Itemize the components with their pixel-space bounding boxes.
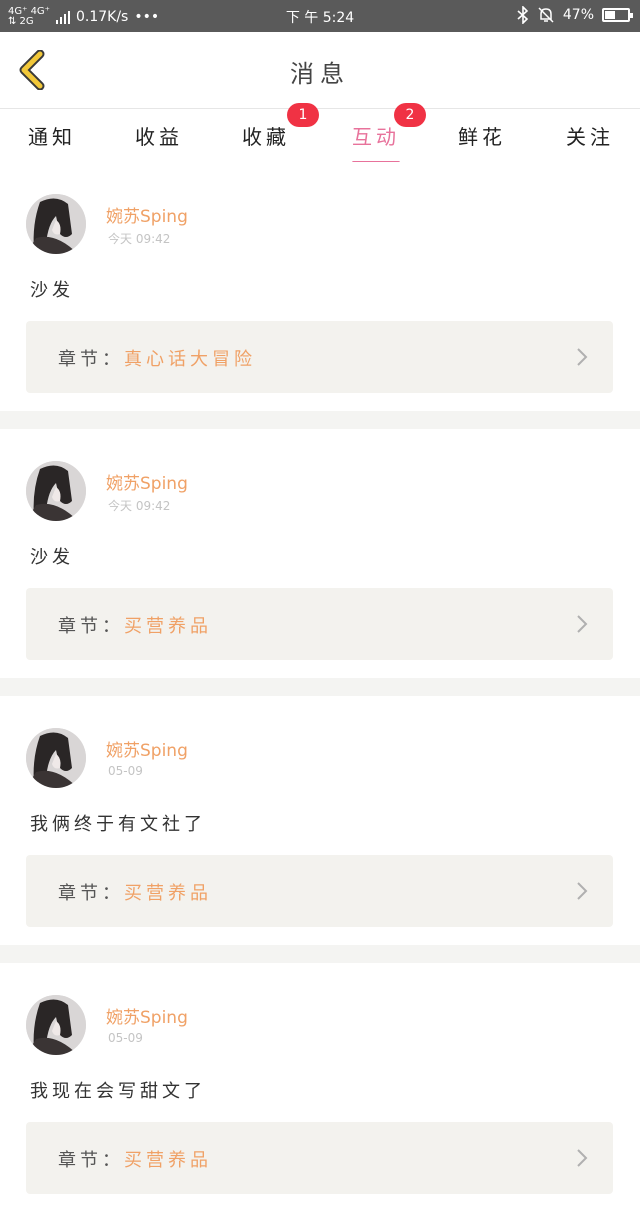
tab-label: 鲜花 bbox=[458, 125, 506, 149]
username[interactable]: 婉苏Sping bbox=[106, 736, 188, 761]
battery-percent: 47% bbox=[562, 7, 594, 23]
user-avatar-icon bbox=[26, 728, 86, 788]
chapter-label: 章节：买营养品 bbox=[58, 879, 212, 905]
tab-favorites[interactable]: 收藏 bbox=[242, 121, 290, 150]
username[interactable]: 婉苏Sping bbox=[106, 469, 188, 494]
message-card: 婉苏Sping 今天 09:42 沙发 章节：买营养品 bbox=[0, 429, 640, 678]
message-card: 婉苏Sping 05-09 我现在会写甜文了 章节：买营养品 bbox=[0, 963, 640, 1212]
message-card: 婉苏Sping 今天 09:42 沙发 章节：真心话大冒险 bbox=[0, 162, 640, 411]
tab-interaction[interactable]: 互动 bbox=[352, 121, 400, 164]
divider bbox=[0, 678, 640, 696]
user-avatar-icon bbox=[26, 995, 86, 1055]
username[interactable]: 婉苏Sping bbox=[106, 1003, 188, 1028]
chapter-prefix: 章节： bbox=[58, 883, 124, 904]
chapter-title: 买营养品 bbox=[124, 1150, 212, 1171]
message-text: 我现在会写甜文了 bbox=[30, 1081, 206, 1102]
message-list: 婉苏Sping 今天 09:42 沙发 章节：真心话大冒险 婉苏Sping 今天… bbox=[0, 162, 640, 1212]
tab-label: 收藏 bbox=[242, 125, 290, 149]
avatar[interactable] bbox=[26, 995, 86, 1055]
chapter-link[interactable]: 章节：买营养品 bbox=[26, 855, 613, 927]
tab-bar: 通知 收益 收藏 1 互动 2 鲜花 关注 bbox=[0, 103, 640, 164]
page-title: 消息 bbox=[290, 60, 350, 88]
tab-income[interactable]: 收益 bbox=[135, 121, 183, 150]
message-text: 沙发 bbox=[30, 280, 74, 301]
chapter-link[interactable]: 章节：真心话大冒险 bbox=[26, 321, 613, 393]
message-text: 沙发 bbox=[30, 547, 74, 568]
chapter-label: 章节：买营养品 bbox=[58, 612, 212, 638]
chapter-label: 章节：买营养品 bbox=[58, 1146, 212, 1172]
tab-label: 通知 bbox=[28, 125, 76, 149]
tab-notify[interactable]: 通知 bbox=[28, 121, 76, 150]
tab-flowers[interactable]: 鲜花 bbox=[458, 121, 506, 150]
chapter-label: 章节：真心话大冒险 bbox=[58, 345, 256, 371]
tab-follow[interactable]: 关注 bbox=[566, 121, 614, 150]
avatar[interactable] bbox=[26, 461, 86, 521]
chapter-link[interactable]: 章节：买营养品 bbox=[26, 588, 613, 660]
chapter-title: 买营养品 bbox=[124, 883, 212, 904]
bluetooth-icon bbox=[517, 6, 529, 24]
chevron-right-icon bbox=[577, 348, 588, 366]
timestamp: 今天 09:42 bbox=[108, 499, 171, 513]
chapter-prefix: 章节： bbox=[58, 1150, 124, 1171]
chapter-prefix: 章节： bbox=[58, 349, 124, 370]
chevron-right-icon bbox=[577, 1149, 588, 1167]
chevron-right-icon bbox=[577, 615, 588, 633]
avatar[interactable] bbox=[26, 728, 86, 788]
status-bar: 4G⁺ 4G⁺ ⇅ 2G 0.17K/s ••• 下 午 5:24 47% bbox=[0, 0, 640, 32]
message-card: 婉苏Sping 05-09 我俩终于有文社了 章节：买营养品 bbox=[0, 696, 640, 945]
chapter-prefix: 章节： bbox=[58, 616, 124, 637]
chapter-title: 买营养品 bbox=[124, 616, 212, 637]
chapter-link[interactable]: 章节：买营养品 bbox=[26, 1122, 613, 1194]
timestamp: 05-09 bbox=[108, 1031, 143, 1045]
tab-label: 互动 bbox=[352, 125, 400, 149]
timestamp: 05-09 bbox=[108, 764, 143, 778]
tab-label: 关注 bbox=[566, 125, 614, 149]
username[interactable]: 婉苏Sping bbox=[106, 202, 188, 227]
badge-interaction: 2 bbox=[394, 103, 426, 127]
divider bbox=[0, 945, 640, 963]
divider bbox=[0, 411, 640, 429]
tab-label: 收益 bbox=[135, 125, 183, 149]
avatar[interactable] bbox=[26, 194, 86, 254]
header-bar: 消息 bbox=[0, 32, 640, 109]
timestamp: 今天 09:42 bbox=[108, 232, 171, 246]
user-avatar-icon bbox=[26, 194, 86, 254]
chapter-title: 真心话大冒险 bbox=[124, 349, 256, 370]
user-avatar-icon bbox=[26, 461, 86, 521]
badge-favorites: 1 bbox=[287, 103, 319, 127]
message-text: 我俩终于有文社了 bbox=[30, 814, 206, 835]
bell-muted-icon bbox=[538, 7, 554, 23]
chevron-right-icon bbox=[577, 882, 588, 900]
battery-icon bbox=[602, 8, 633, 22]
